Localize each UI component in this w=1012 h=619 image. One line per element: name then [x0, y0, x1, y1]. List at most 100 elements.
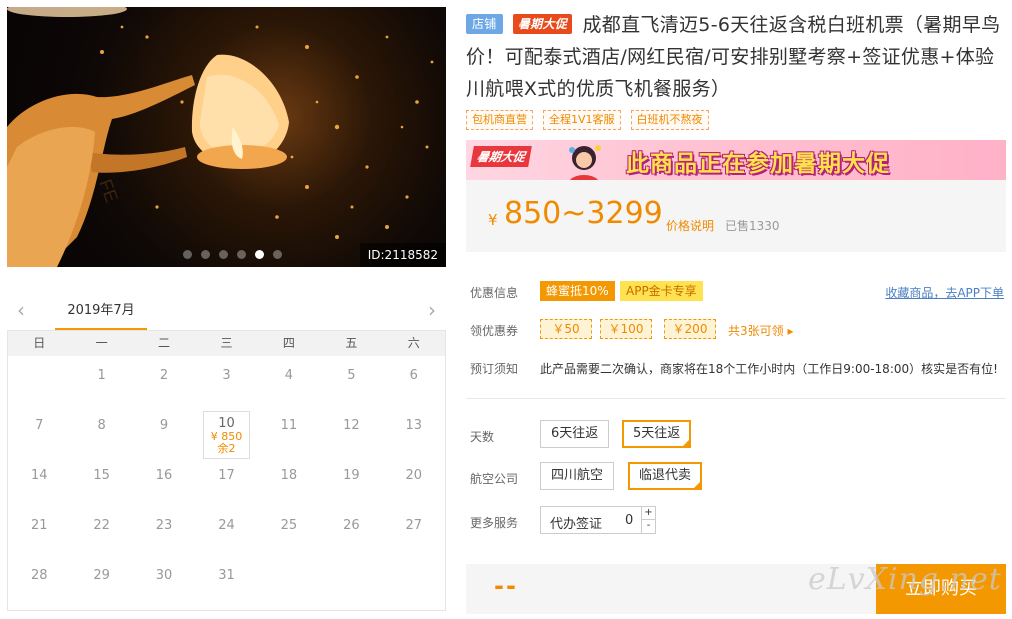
coupon-row: 领优惠券 ￥50 ￥100 ￥200 共3张可领 ▸	[466, 314, 1006, 352]
visa-service-stepper: 代办签证 0 + -	[540, 506, 656, 534]
service-option-row: 更多服务 代办签证 0 + -	[466, 506, 1006, 538]
calendar-day: 15	[93, 468, 110, 483]
purchase-bar: -- 立即购买	[466, 564, 1006, 614]
product-photo[interactable]: FE ID:2118582	[7, 7, 446, 267]
calendar-day: 23	[155, 518, 173, 533]
calendar-day: 16	[155, 468, 173, 483]
coupon-50[interactable]: ￥50	[540, 319, 592, 339]
price-box: ¥ 850~3299 价格说明 已售1330	[466, 180, 1006, 252]
feature-tag: 包机商直营	[466, 110, 533, 130]
calendar-day: 5	[347, 368, 356, 383]
option-refund-resale[interactable]: 临退代卖	[628, 462, 703, 491]
weekday-label: 三	[220, 336, 233, 350]
days-option-row: 天数 6天往返 5天往返	[466, 420, 1006, 452]
coupon-100[interactable]: ￥100	[600, 319, 652, 339]
calendar-day: 7	[35, 418, 44, 433]
info-section: 优惠信息 蜂蜜抵10% APP金卡专享 收藏商品，去APP下单 领优惠券 ￥50…	[466, 276, 1006, 390]
notice-label: 预订须知	[470, 362, 519, 376]
calendar-day: 11	[280, 418, 298, 433]
calendar-day: 19	[343, 468, 360, 483]
calendar-weekday-header: 日一二三四五六	[8, 331, 445, 356]
calendar-day: 14	[30, 468, 48, 483]
calendar-day: 12	[343, 418, 360, 433]
feature-tag: 全程1V1客服	[543, 110, 621, 130]
promo-banner[interactable]: 暑期大促 此商品正在参加暑期大促	[466, 140, 1006, 180]
calendar-day-available[interactable]: 10 ¥ 850 余2	[195, 410, 257, 460]
calendar-day: 6	[409, 368, 418, 383]
service-label: 更多服务	[470, 516, 519, 530]
calendar-day: 28	[30, 568, 48, 583]
calendar-day: 22	[93, 518, 110, 533]
total-price: --	[494, 572, 518, 600]
calendar-day: 24	[218, 518, 235, 533]
calendar-day: 18	[280, 468, 298, 483]
airline-label: 航空公司	[470, 472, 519, 486]
weekday-label: 二	[158, 336, 171, 350]
available-date-box[interactable]: 10 ¥ 850 余2	[203, 411, 250, 459]
calendar-month-tab[interactable]: 2019年7月	[55, 296, 147, 330]
carousel-dot[interactable]	[201, 250, 210, 259]
sold-count: 已售1330	[725, 219, 780, 233]
lantern-photo-illustration: FE	[7, 7, 434, 267]
visa-service-quantity[interactable]: 0	[625, 513, 633, 528]
calendar-day: 9	[159, 418, 169, 433]
price-range: 850~3299	[504, 196, 663, 231]
carousel-dots	[183, 250, 282, 259]
calendar-day: 21	[30, 518, 48, 533]
airline-option-row: 航空公司 四川航空 临退代卖	[466, 462, 1006, 494]
weekday-label: 日	[33, 336, 46, 350]
feature-tags: 包机商直营 全程1V1客服 白班机不熬夜	[466, 110, 709, 130]
carousel-dot[interactable]	[237, 250, 246, 259]
calendar-day: 1	[97, 368, 106, 383]
honey-discount-badge: 蜂蜜抵10%	[540, 281, 615, 301]
increment-button[interactable]: +	[641, 507, 655, 520]
calendar-day: 25	[280, 518, 298, 533]
discount-row: 优惠信息 蜂蜜抵10% APP金卡专享 收藏商品，去APP下单	[466, 276, 1006, 314]
product-title-area: 店铺 暑期大促 成都直飞清迈5-6天往返含税白班机票（暑期早鸟价！可配泰式酒店/…	[466, 9, 1006, 105]
calendar-days-grid: 1 2 3 4 5 6 7 8 9 10 ¥ 850 余2 11 12 13 14 15 16 17 18 19 20 21…	[8, 356, 445, 610]
chevron-left-icon[interactable]: ‹	[11, 300, 31, 320]
coupon-more-link[interactable]: 共3张可领 ▸	[728, 322, 793, 339]
calendar-day: 8	[97, 418, 106, 433]
banner-girl-illustration	[569, 145, 601, 180]
buy-now-button[interactable]: 立即购买	[876, 564, 1006, 614]
coupon-label: 领优惠券	[470, 324, 519, 338]
carousel-dot[interactable]	[183, 250, 192, 259]
carousel-dot[interactable]	[219, 250, 228, 259]
option-sichuan-airlines[interactable]: 四川航空	[540, 462, 615, 490]
divider	[466, 398, 1006, 399]
calendar-day: 4	[284, 368, 294, 383]
discount-label: 优惠信息	[470, 286, 519, 300]
visa-service-name: 代办签证	[550, 517, 603, 532]
calendar-empty-cell	[8, 360, 70, 410]
calendar-day: 27	[405, 518, 423, 533]
promo-tag: 暑期大促	[512, 14, 573, 34]
carousel-dot-active[interactable]	[255, 250, 264, 259]
calendar-day: 3	[222, 368, 231, 383]
calendar-nav: ‹ 2019年7月 ›	[7, 296, 446, 330]
price-note-link[interactable]: 价格说明	[666, 217, 714, 234]
chevron-right-icon[interactable]: ›	[422, 300, 442, 320]
notice-row: 预订须知 此产品需要二次确认，商家将在18个工作小时内（工作日9:00-18:0…	[466, 352, 1006, 390]
calendar-day-stock: 余2	[217, 442, 236, 455]
days-label: 天数	[470, 430, 495, 444]
calendar-day: 30	[155, 568, 173, 583]
favorite-link[interactable]: 收藏商品，去APP下单	[885, 284, 1004, 301]
calendar-day: 13	[405, 418, 423, 433]
option-5-days[interactable]: 5天往返	[622, 420, 692, 449]
carousel-dot[interactable]	[273, 250, 282, 259]
notice-text: 此产品需要二次确认，商家将在18个工作小时内（工作日9:00-18:00）核实是…	[540, 362, 998, 376]
shop-tag: 店铺	[466, 14, 503, 34]
decrement-button[interactable]: -	[641, 520, 655, 533]
product-title: 店铺 暑期大促 成都直飞清迈5-6天往返含税白班机票（暑期早鸟价！可配泰式酒店/…	[466, 9, 1006, 105]
banner-promo-tag: 暑期大促	[470, 146, 532, 167]
weekday-label: 一	[95, 336, 108, 350]
option-6-days[interactable]: 6天往返	[540, 420, 610, 448]
coupon-200[interactable]: ￥200	[664, 319, 716, 339]
calendar-day: 29	[93, 568, 110, 583]
calendar-day-number: 10	[218, 416, 235, 431]
weekday-label: 四	[282, 336, 295, 350]
weekday-label: 五	[345, 336, 358, 350]
feature-tag: 白班机不熬夜	[630, 110, 709, 130]
app-gold-badge: APP金卡专享	[620, 281, 703, 301]
